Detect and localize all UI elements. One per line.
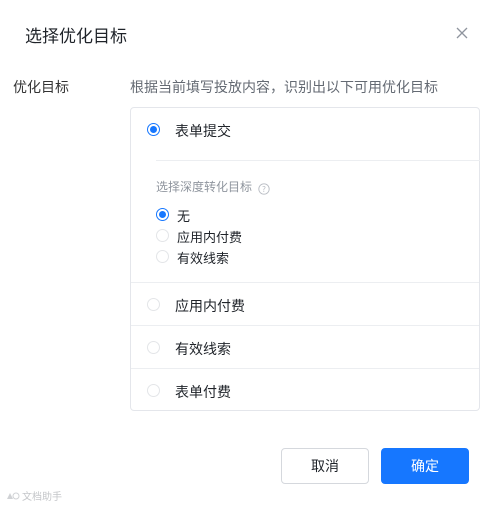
goal-option-label: 应用内付费 <box>175 299 245 315</box>
close-icon[interactable] <box>453 24 471 42</box>
watermark: 文档助手 <box>6 488 62 503</box>
radio-button[interactable] <box>156 208 169 221</box>
radio-button[interactable] <box>147 298 160 311</box>
deep-goal-option-label: 无 <box>177 210 191 225</box>
optimization-goal-dialog: 选择优化目标 优化目标 根据当前填写投放内容，识别出以下可用优化目标 表单提交 … <box>0 0 493 507</box>
watermark-logo-icon <box>7 492 20 499</box>
radio-button[interactable] <box>147 123 160 136</box>
watermark-text: 文档助手 <box>22 492 62 503</box>
field-label: 优化目标 <box>13 80 69 96</box>
goal-option-label: 表单付费 <box>175 385 231 401</box>
radio-button[interactable] <box>156 229 169 242</box>
confirm-button[interactable]: 确定 <box>381 448 469 484</box>
dialog-title: 选择优化目标 <box>25 27 127 47</box>
divider <box>156 160 480 161</box>
goal-options-panel: 表单提交 选择深度转化目标 ? 无 应用内付费 有效线索 应用内付费 有效线索 … <box>130 107 480 411</box>
goal-option-label: 有效线索 <box>175 342 231 358</box>
field-hint: 根据当前填写投放内容，识别出以下可用优化目标 <box>130 80 438 96</box>
deep-goal-option-label: 应用内付费 <box>177 231 243 246</box>
deep-goal-title: 选择深度转化目标 <box>156 180 253 194</box>
divider <box>131 282 479 283</box>
radio-button[interactable] <box>156 250 169 263</box>
divider <box>131 368 479 369</box>
question-circle-icon[interactable]: ? <box>258 180 270 195</box>
radio-button[interactable] <box>147 384 160 397</box>
divider <box>131 325 479 326</box>
svg-text:?: ? <box>262 185 266 194</box>
deep-goal-option-label: 有效线索 <box>177 252 230 267</box>
goal-option-label: 表单提交 <box>175 124 231 140</box>
radio-button[interactable] <box>147 341 160 354</box>
cancel-button[interactable]: 取消 <box>281 448 369 484</box>
